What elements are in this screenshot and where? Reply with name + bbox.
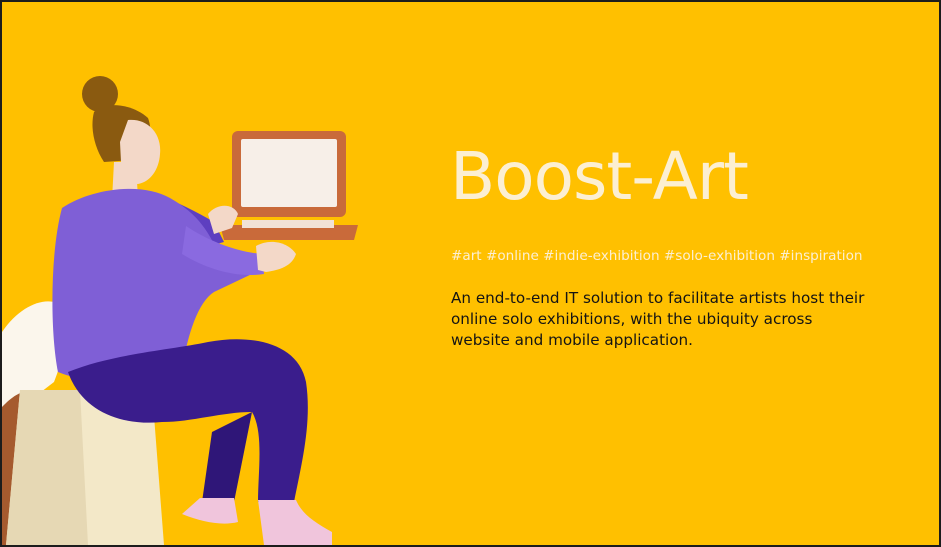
description-line: online solo exhibitions, with the ubiqui… bbox=[451, 310, 813, 328]
front-shoe bbox=[258, 500, 332, 545]
hashtags: #art #online #indie-exhibition #solo-exh… bbox=[451, 248, 863, 264]
front-hand bbox=[256, 241, 296, 272]
woman-with-laptop-illustration bbox=[2, 76, 358, 545]
description-line: An end-to-end IT solution to facilitate … bbox=[451, 289, 865, 307]
chair-seat-shadow bbox=[6, 390, 88, 545]
laptop-screen bbox=[241, 139, 337, 207]
page-title: Boost-Art bbox=[450, 138, 749, 215]
laptop-keyboard bbox=[242, 220, 334, 228]
slide: Boost-Art #art #online #indie-exhibition… bbox=[0, 0, 941, 547]
back-shoe bbox=[182, 498, 238, 524]
pants-lower-leg bbox=[202, 412, 252, 502]
description: An end-to-end IT solution to facilitate … bbox=[451, 288, 921, 351]
description-line: website and mobile application. bbox=[451, 331, 694, 349]
